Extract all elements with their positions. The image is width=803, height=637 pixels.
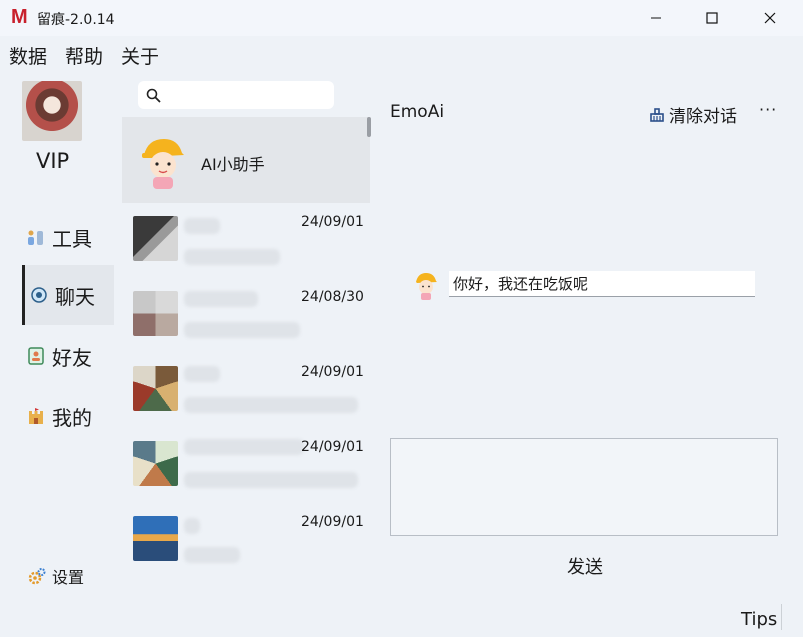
maximize-button[interactable] [683,0,741,36]
conversation-name: AI小助手 [201,155,265,174]
contact-avatar [133,516,178,561]
broom-icon [649,107,665,123]
app-logo: M [11,6,28,28]
vip-badge: VIP [36,149,70,173]
contact-avatar [133,366,178,411]
ai-assistant-avatar [142,139,184,189]
nav-item-chat[interactable]: 聊天 [22,265,114,325]
menu-about[interactable]: 关于 [121,42,159,69]
search-input[interactable] [168,85,330,107]
tips-button[interactable]: Tips [741,609,777,630]
nav-item-tools[interactable]: 工具 [22,207,111,267]
nav-item-label: 工具 [52,226,92,251]
minimize-icon [651,17,661,19]
conversation-date: 24/09/01 [301,439,364,455]
list-scrollbar[interactable] [367,117,371,137]
conversation-item[interactable]: 24/08/30 [122,280,370,355]
user-avatar[interactable] [22,81,82,141]
title-bar: M 留痕-2.0.14 [0,0,803,36]
clear-conversation-label: 清除对话 [669,107,737,127]
menu-data[interactable]: 数据 [9,42,47,69]
window-title: 留痕-2.0.14 [37,12,115,28]
contact-avatar [133,441,178,486]
conversation-date: 24/09/01 [301,364,364,380]
gear-icon [28,567,46,585]
conversation-item[interactable]: 24/09/01 [122,355,370,430]
nav-item-label: 好友 [52,345,92,370]
chat-title: EmoAi [390,102,445,122]
nav-item-label: 我的 [52,405,92,430]
conversation-date: 24/08/30 [301,289,364,305]
message-input[interactable] [390,438,778,536]
close-icon [764,12,776,24]
ai-assistant-avatar [416,273,437,300]
conversation-date: 24/09/01 [301,514,364,530]
search-box[interactable] [138,81,334,109]
conversation-item[interactable]: 24/09/01 [122,205,370,280]
search-icon [146,88,161,103]
chat-icon [29,285,49,305]
minimize-button[interactable] [627,0,685,36]
message-bubble: 你好，我还在吃饭呢 [449,271,755,297]
settings-button[interactable]: 设置 [28,564,84,588]
close-button[interactable] [741,0,799,36]
tools-icon [26,227,46,247]
menu-bar: 数据 帮助 关于 [0,36,803,72]
clear-conversation-button[interactable]: 清除对话 [649,102,737,127]
send-button[interactable]: 发送 [567,553,603,579]
nav-item-mine[interactable]: 我的 [22,386,111,446]
maximize-icon [706,12,718,24]
divider [781,604,782,630]
conversation-item[interactable]: AI小助手 [122,117,370,203]
conversation-item[interactable]: 24/09/01 [122,430,370,505]
nav-item-label: 聊天 [55,284,95,309]
menu-help[interactable]: 帮助 [65,42,103,69]
contacts-icon [26,346,46,366]
conversation-item[interactable]: 24/09/01 [122,505,370,580]
contact-avatar [133,291,178,336]
conversation-date: 24/09/01 [301,214,364,230]
nav-item-contacts[interactable]: 好友 [22,326,111,386]
castle-icon [26,406,46,426]
more-options-button[interactable]: ··· [759,100,777,119]
settings-label: 设置 [52,568,85,587]
contact-avatar [133,216,178,261]
conversation-list[interactable]: AI小助手 24/09/01 24/08/30 24/09/01 24/09/0… [122,117,370,594]
